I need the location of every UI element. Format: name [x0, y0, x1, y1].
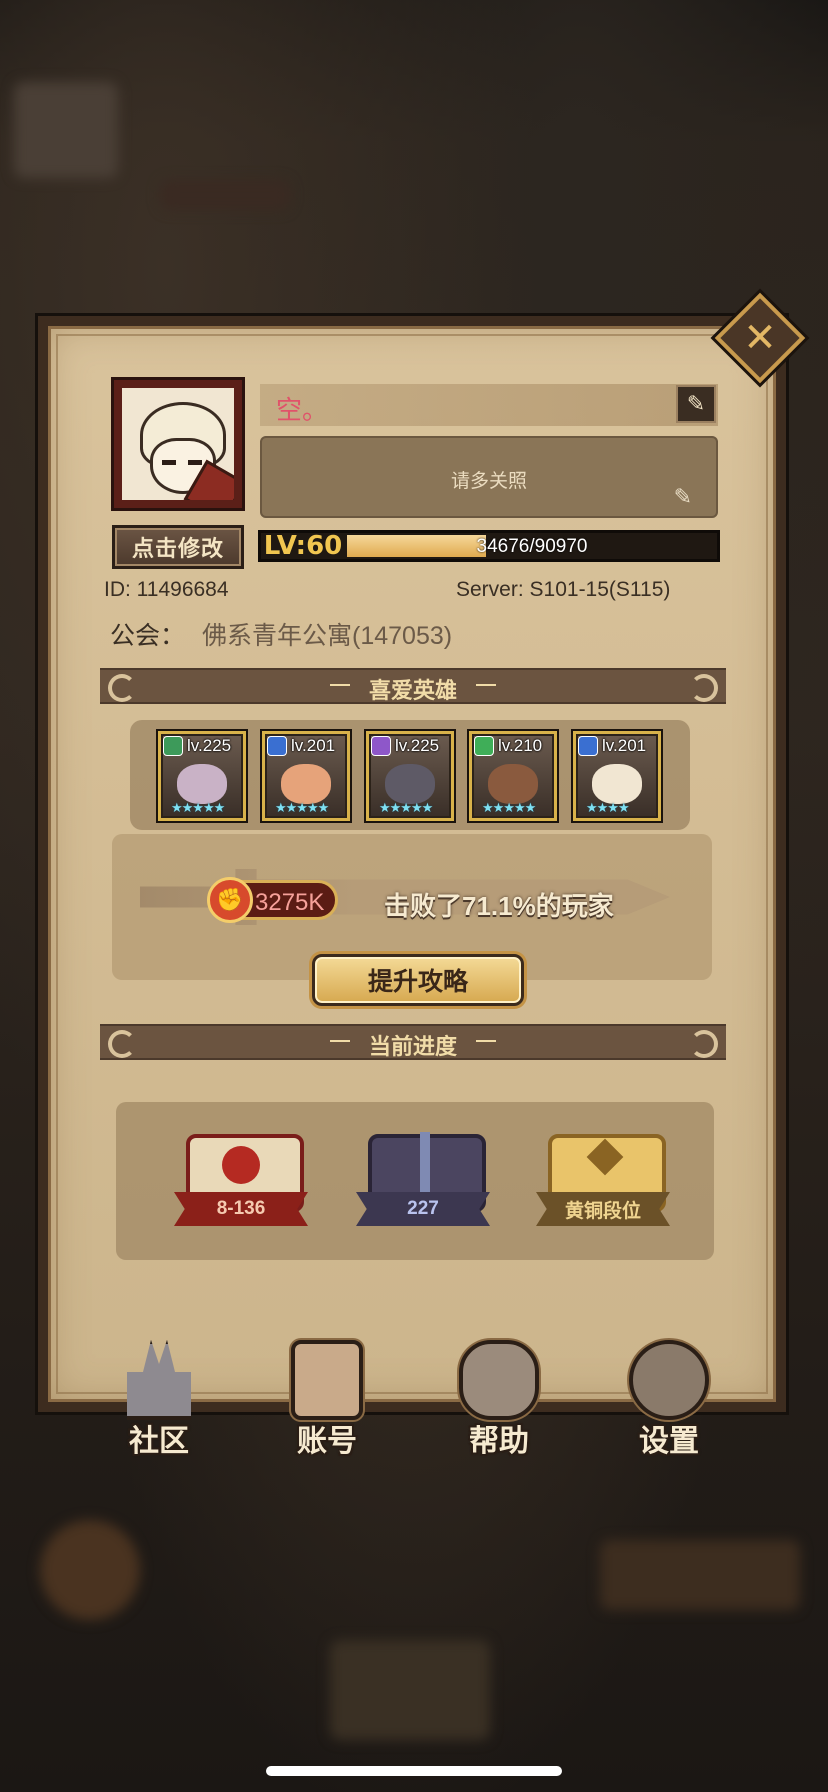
hero-level: lv.201	[291, 736, 336, 755]
player-name: 空。	[276, 395, 329, 425]
hero-card[interactable]: lv.201 ★★★★	[573, 731, 661, 821]
gear-icon	[629, 1340, 709, 1420]
xp-text: 34676/90970	[476, 536, 588, 557]
background-avatar-blur	[14, 82, 118, 178]
hero-level: lv.210	[498, 736, 543, 755]
guild-name: 佛系青年公寓(147053)	[202, 622, 453, 650]
background-tab-blur	[330, 1640, 490, 1740]
player-id: ID: 11496684	[104, 578, 229, 601]
tower-progress[interactable]: 227	[348, 1124, 498, 1240]
nav-account-label: 账号	[297, 1425, 357, 1458]
close-button[interactable]: ✕	[714, 292, 806, 384]
hero-class-icon	[578, 736, 598, 756]
guild-label: 公会：	[110, 622, 186, 650]
avatar[interactable]	[114, 380, 242, 508]
background-icon-blur	[40, 1520, 140, 1620]
nav-settings-label: 设置	[639, 1425, 699, 1458]
hero-level: lv.225	[187, 736, 232, 755]
castle-icon	[127, 1340, 191, 1420]
favorite-heroes-title: 喜爱英雄	[368, 678, 457, 703]
hero-level: lv.225	[395, 736, 440, 755]
tower-floor-label: 227	[356, 1192, 490, 1226]
edit-name-button[interactable]: ✎	[676, 385, 716, 423]
account-card-icon	[291, 1340, 363, 1420]
background-bar-blur	[160, 180, 290, 210]
nav-community[interactable]: 社区	[104, 1340, 214, 1460]
hero-stars: ★★★★	[586, 800, 630, 815]
improve-guide-button[interactable]: 提升攻略	[312, 954, 524, 1006]
hero-level: lv.201	[602, 736, 647, 755]
nav-help[interactable]: 帮助	[444, 1340, 554, 1460]
edit-avatar-button[interactable]: 点击修改	[112, 525, 244, 569]
power-pill: ✊ 3275K	[207, 877, 338, 923]
favorite-heroes-banner: 喜爱英雄	[100, 668, 726, 704]
background-button-blur	[600, 1540, 800, 1610]
hero-stars: ★★★★★	[275, 800, 329, 815]
nav-settings[interactable]: 设置	[614, 1340, 724, 1460]
hero-card[interactable]: lv.225 ★★★★★	[366, 731, 454, 821]
current-progress-title: 当前进度	[368, 1034, 457, 1059]
nav-community-label: 社区	[129, 1425, 189, 1458]
home-indicator[interactable]	[266, 1766, 562, 1776]
speech-bubble-icon	[459, 1340, 539, 1420]
player-name-bar: 空。 ✎	[260, 384, 718, 426]
pencil-icon: ✎	[673, 484, 692, 509]
hero-class-icon	[474, 736, 494, 756]
hero-class-icon	[371, 736, 391, 756]
server-info: Server: S101-15(S115)	[456, 578, 671, 601]
arena-progress[interactable]: 黄铜段位	[528, 1124, 678, 1240]
signature-text: 请多关照	[450, 471, 527, 492]
fist-icon: ✊	[207, 877, 253, 923]
hero-card[interactable]: lv.201 ★★★★★	[262, 731, 350, 821]
nav-help-label: 帮助	[469, 1425, 529, 1458]
hero-class-icon	[163, 736, 183, 756]
pencil-icon: ✎	[686, 391, 706, 416]
close-icon: ✕	[743, 316, 777, 360]
nav-account[interactable]: 账号	[272, 1340, 382, 1460]
power-value: 3275K	[255, 889, 325, 916]
defeat-percentage-text: 击败了71.1%的玩家	[384, 891, 614, 921]
arena-rank-label: 黄铜段位	[536, 1192, 670, 1226]
current-progress-banner: 当前进度	[100, 1024, 726, 1060]
hero-card[interactable]: lv.225 ★★★★★	[158, 731, 246, 821]
hero-stars: ★★★★★	[171, 800, 225, 815]
campaign-stage-label: 8-136	[174, 1192, 308, 1226]
hero-card[interactable]: lv.210 ★★★★★	[469, 731, 557, 821]
level-label: LV:60	[263, 531, 343, 561]
hero-class-icon	[267, 736, 287, 756]
signature-box[interactable]: 请多关照 ✎	[260, 436, 718, 518]
hero-stars: ★★★★★	[379, 800, 433, 815]
level-bar: LV:60 34676/90970	[258, 530, 720, 562]
campaign-progress[interactable]: 8-136	[166, 1124, 316, 1240]
hero-stars: ★★★★★	[482, 800, 536, 815]
